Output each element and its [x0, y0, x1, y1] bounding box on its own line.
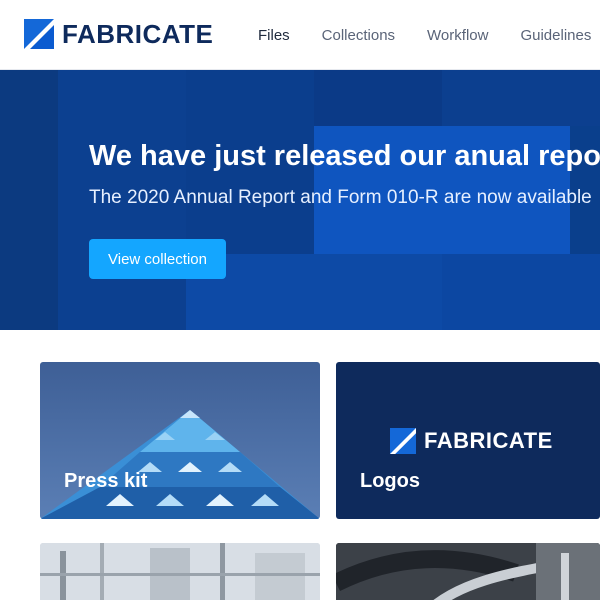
- main-nav: Files Collections Workflow Guidelines: [258, 0, 600, 70]
- hero-subtitle: The 2020 Annual Report and Form 010-R ar…: [89, 187, 592, 208]
- hero-banner: We have just released our anual report T…: [0, 70, 600, 330]
- nav-item-workflow[interactable]: Workflow: [427, 27, 488, 44]
- brand-logo[interactable]: FABRICATE: [24, 18, 213, 50]
- card-label-logos: Logos: [360, 470, 420, 492]
- machinery-image: [336, 543, 600, 600]
- hero-bg-tile: [442, 70, 600, 126]
- logo-mark-icon: [24, 19, 54, 49]
- view-collection-button[interactable]: View collection: [89, 239, 226, 279]
- factory-image: [40, 543, 320, 600]
- top-header: FABRICATE Files Collections Workflow Gui…: [0, 0, 600, 70]
- factory-card-1[interactable]: [40, 543, 320, 600]
- logo-mark-icon: [390, 428, 416, 454]
- nav-item-files[interactable]: Files: [258, 27, 290, 44]
- logos-card[interactable]: FABRICATE Logos: [336, 362, 600, 519]
- hero-bg-tile: [0, 70, 58, 330]
- brand-name: FABRICATE: [62, 18, 214, 49]
- card-brand-name: FABRICATE: [424, 428, 553, 453]
- nav-item-collections[interactable]: Collections: [322, 27, 395, 44]
- press-kit-card[interactable]: Press kit: [40, 362, 320, 519]
- pyramid-image: [40, 410, 320, 519]
- hero-bg-tile: [314, 70, 442, 126]
- nav-item-guidelines[interactable]: Guidelines: [520, 27, 591, 44]
- hero-bg-tile: [442, 254, 600, 330]
- card-brand-logo: FABRICATE: [390, 428, 553, 454]
- factory-card-2[interactable]: [336, 543, 600, 600]
- hero-title: We have just released our anual report: [89, 140, 600, 172]
- card-label-press-kit: Press kit: [64, 470, 148, 492]
